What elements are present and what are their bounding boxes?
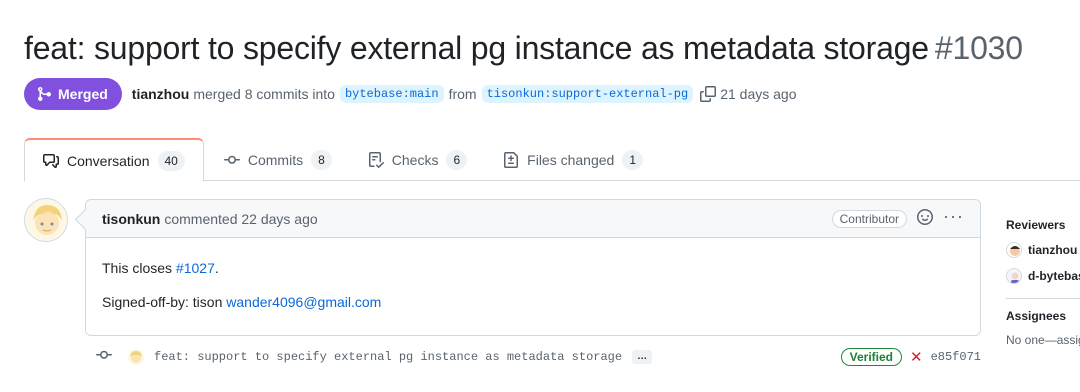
comment-header: tisonkun commented 22 days ago Contribut… <box>86 200 980 238</box>
checklist-icon <box>368 151 384 168</box>
pr-number: #1030 <box>934 30 1023 66</box>
git-merge-icon <box>38 87 52 101</box>
file-diff-icon <box>504 151 519 168</box>
failed-status-icon[interactable]: ✕ <box>910 348 923 366</box>
git-commit-icon <box>96 347 112 368</box>
commit-author-avatar[interactable] <box>128 349 144 365</box>
commit-sha-link[interactable]: e85f071 <box>931 350 981 364</box>
merge-description: merged 8 commits into <box>193 86 335 102</box>
reviewer-avatar <box>1006 242 1022 258</box>
merged-state-label: Merged <box>58 86 108 102</box>
comment-timestamp[interactable]: commented 22 days ago <box>164 211 317 227</box>
pr-meta: Merged tianzhou merged 8 commits into by… <box>24 78 797 110</box>
verified-badge[interactable]: Verified <box>840 348 902 366</box>
tab-checks-label: Checks <box>391 151 439 168</box>
closes-period: . <box>214 260 219 276</box>
conversation-count: 40 <box>157 150 185 171</box>
tab-commits-label: Commits <box>247 151 304 168</box>
reviewer-avatar <box>1006 268 1022 284</box>
reviewer-name: d-bytebase <box>1028 269 1080 283</box>
commit-expand-button[interactable]: … <box>632 350 653 364</box>
comment-author-link[interactable]: tisonkun <box>102 211 160 227</box>
reviewer-name: tianzhou <box>1028 243 1078 257</box>
from-text: from <box>448 86 477 102</box>
signoff-paragraph: Signed-off-by: tison wander4096@gmail.co… <box>102 294 964 310</box>
pr-sidebar: Reviewers tianzhou d-bytebase Assignees … <box>1006 218 1080 347</box>
signoff-text: Signed-off-by: tison <box>102 294 223 310</box>
assignees-empty-text: No one—assign yourself <box>1006 333 1080 347</box>
head-branch-link[interactable]: tisonkun:support-external-pg <box>481 85 694 103</box>
tab-conversation-label: Conversation <box>67 152 150 169</box>
reviewer-item[interactable]: tianzhou <box>1006 242 1080 258</box>
merged-state-badge: Merged <box>24 78 122 110</box>
tab-commits[interactable]: Commits 8 <box>206 138 350 181</box>
issue-link[interactable]: #1027 <box>176 260 215 276</box>
reviewers-heading[interactable]: Reviewers <box>1006 218 1080 232</box>
tab-checks[interactable]: Checks 6 <box>350 138 485 181</box>
email-link[interactable]: wander4096@gmail.com <box>226 294 381 310</box>
smiley-icon[interactable] <box>917 209 934 228</box>
kebab-menu-icon[interactable]: ··· <box>943 207 964 225</box>
tab-files-changed-label: Files changed <box>527 151 615 168</box>
base-branch-link[interactable]: bytebase:main <box>339 85 444 103</box>
commit-message-link[interactable]: feat: support to specify external pg ins… <box>154 350 622 364</box>
files-changed-count: 1 <box>622 149 644 170</box>
comment-body: This closes #1027. Signed-off-by: tison … <box>86 238 980 310</box>
contributor-badge: Contributor <box>831 209 908 228</box>
copy-icon[interactable] <box>700 86 717 102</box>
tab-files-changed[interactable]: Files changed 1 <box>485 138 661 181</box>
comment-paragraph: This closes #1027. <box>102 260 964 276</box>
merge-time: 21 days ago <box>720 86 797 102</box>
sidebar-divider <box>1006 298 1080 299</box>
pr-tabs: Conversation 40 Commits 8 Checks 6 Files… <box>24 138 1080 182</box>
merger-username-link[interactable]: tianzhou <box>132 86 190 102</box>
comment-box: tisonkun commented 22 days ago Contribut… <box>85 199 981 336</box>
reviewer-item[interactable]: d-bytebase <box>1006 268 1080 284</box>
git-commit-icon <box>223 155 240 164</box>
tab-conversation[interactable]: Conversation 40 <box>24 138 204 182</box>
checks-count: 6 <box>446 149 468 170</box>
commit-timeline-item: feat: support to specify external pg ins… <box>96 344 981 370</box>
pr-title-text: feat: support to specify external pg ins… <box>24 30 929 66</box>
pr-title: feat: support to specify external pg ins… <box>24 30 1023 67</box>
commits-count: 8 <box>311 149 332 170</box>
assignees-heading[interactable]: Assignees <box>1006 309 1080 323</box>
closes-text: This closes <box>102 260 173 276</box>
avatar[interactable] <box>24 198 68 242</box>
comment-discussion-icon <box>43 153 59 168</box>
